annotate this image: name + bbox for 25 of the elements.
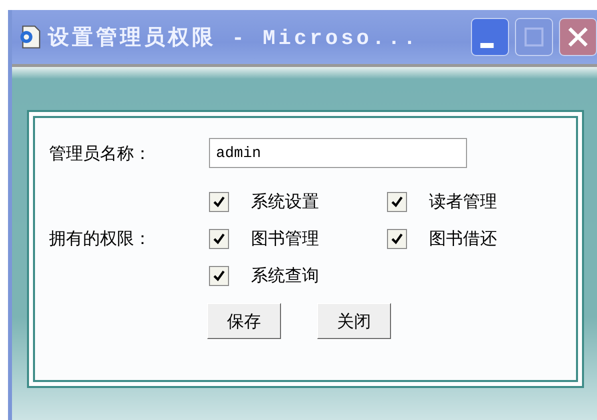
field-label: 管理员名称： [49,142,152,164]
check-icon [212,268,226,282]
name-input[interactable]: admin [209,138,467,168]
close-button[interactable] [559,18,597,56]
checkbox[interactable] [209,266,229,286]
checkbox[interactable] [209,228,229,248]
permission-checkbox[interactable]: 读者管理 [387,190,537,213]
permission-checkbox[interactable]: 图书借还 [387,227,537,250]
permission-checkbox[interactable]: 图书管理 [209,227,387,250]
page-icon [18,25,42,49]
minimize-icon [480,43,494,48]
check-icon [390,232,404,246]
form-button[interactable]: 保存 [207,303,281,339]
permission-checkbox[interactable]: 系统设置 [209,190,387,213]
checkbox[interactable] [209,192,229,212]
minimize-button[interactable] [471,18,509,56]
permission-checkbox[interactable]: 系统查询 [209,264,387,287]
check-icon [212,194,226,208]
checkbox[interactable] [387,192,407,212]
window-title: 设置管理员权限 - Microso... [48,25,419,51]
check-icon [212,232,226,246]
field-label: 拥有的权限： [49,228,152,250]
check-icon [390,194,404,208]
form-button[interactable]: 关闭 [317,303,391,339]
checkbox[interactable] [387,228,407,248]
